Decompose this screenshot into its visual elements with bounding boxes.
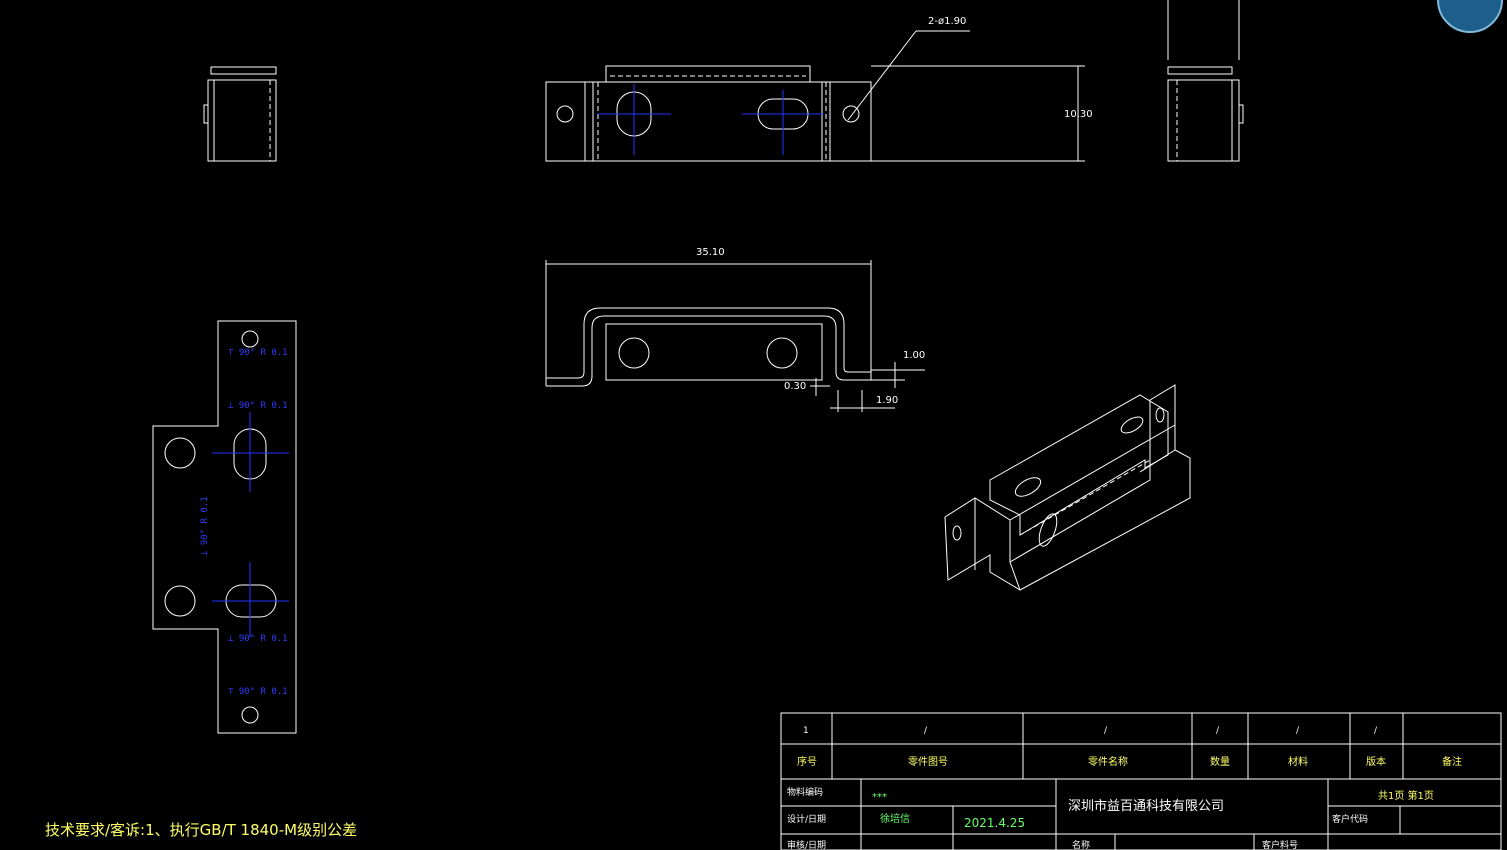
header-part-name: 零件名称 <box>1088 755 1128 768</box>
row-version: / <box>1374 726 1378 736</box>
width-dimension: 35.10 <box>696 247 725 258</box>
row-part-number: / <box>924 726 928 736</box>
header-quantity: 数量 <box>1210 755 1230 768</box>
material-code-value: *** <box>872 792 887 803</box>
design-date: 2021.4.25 <box>964 816 1025 830</box>
name-label: 名称 <box>1072 839 1090 850</box>
header-index: 序号 <box>797 755 817 768</box>
customer-material-label: 客户料号 <box>1262 839 1298 850</box>
design-label: 设计/日期 <box>787 813 826 825</box>
row-material: / <box>1296 726 1300 736</box>
side-view-left <box>203 66 277 162</box>
bend-note-top2: ⊥ 90° R 0.1 <box>228 401 288 411</box>
thickness-dimension: 1.00 <box>903 350 925 361</box>
side-view-right <box>1167 0 1244 162</box>
material-code-label: 物料编码 <box>787 786 823 798</box>
designer-name: 徐培信 <box>880 812 910 825</box>
front-view: 2-ø1.90 10.30 <box>545 16 1093 162</box>
customer-code-label: 客户代码 <box>1332 813 1368 825</box>
review-label: 审核/日期 <box>787 839 826 850</box>
cad-drawing: 2-ø1.90 10.30 35.10 1.00 0.30 1.90 ⊤ 90°… <box>45 0 1503 850</box>
header-version: 版本 <box>1366 755 1386 768</box>
gap-dimension: 0.30 <box>784 381 806 392</box>
row-quantity: / <box>1216 726 1220 736</box>
technical-requirements-note: 技术要求/客诉:1、执行GB/T 1840-M级别公差 <box>45 821 357 839</box>
isometric-view <box>944 384 1191 591</box>
hole-callout: 2-ø1.90 <box>928 16 966 27</box>
header-part-number: 零件图号 <box>908 756 948 768</box>
bend-note-middle: ⊥ 90° R 0.1 <box>200 496 210 556</box>
flat-pattern: ⊤ 90° R 0.1 ⊥ 90° R 0.1 ⊥ 90° R 0.1 ⊥ 90… <box>152 320 297 734</box>
page-count: 共1页 第1页 <box>1378 789 1434 802</box>
company-name: 深圳市益百通科技有限公司 <box>1068 798 1224 814</box>
bend-note-top1: ⊤ 90° R 0.1 <box>228 348 288 358</box>
corner-widget[interactable] <box>1437 0 1503 33</box>
top-view: 35.10 1.00 0.30 1.90 <box>545 247 925 412</box>
header-material: 材料 <box>1288 755 1308 768</box>
header-remarks: 备注 <box>1442 755 1462 768</box>
height-dimension: 10.30 <box>1064 109 1093 120</box>
flange-dimension: 1.90 <box>876 395 898 406</box>
bend-note-bottom2: ⊤ 90° R 0.1 <box>228 687 288 697</box>
row-index: 1 <box>803 726 809 736</box>
title-block: 1 / / / / / 序号 零件图号 零件名称 数量 材料 版本 备注 物料编… <box>780 712 1502 850</box>
bend-note-bottom1: ⊥ 90° R 0.1 <box>228 634 288 644</box>
row-part-name: / <box>1104 726 1108 736</box>
